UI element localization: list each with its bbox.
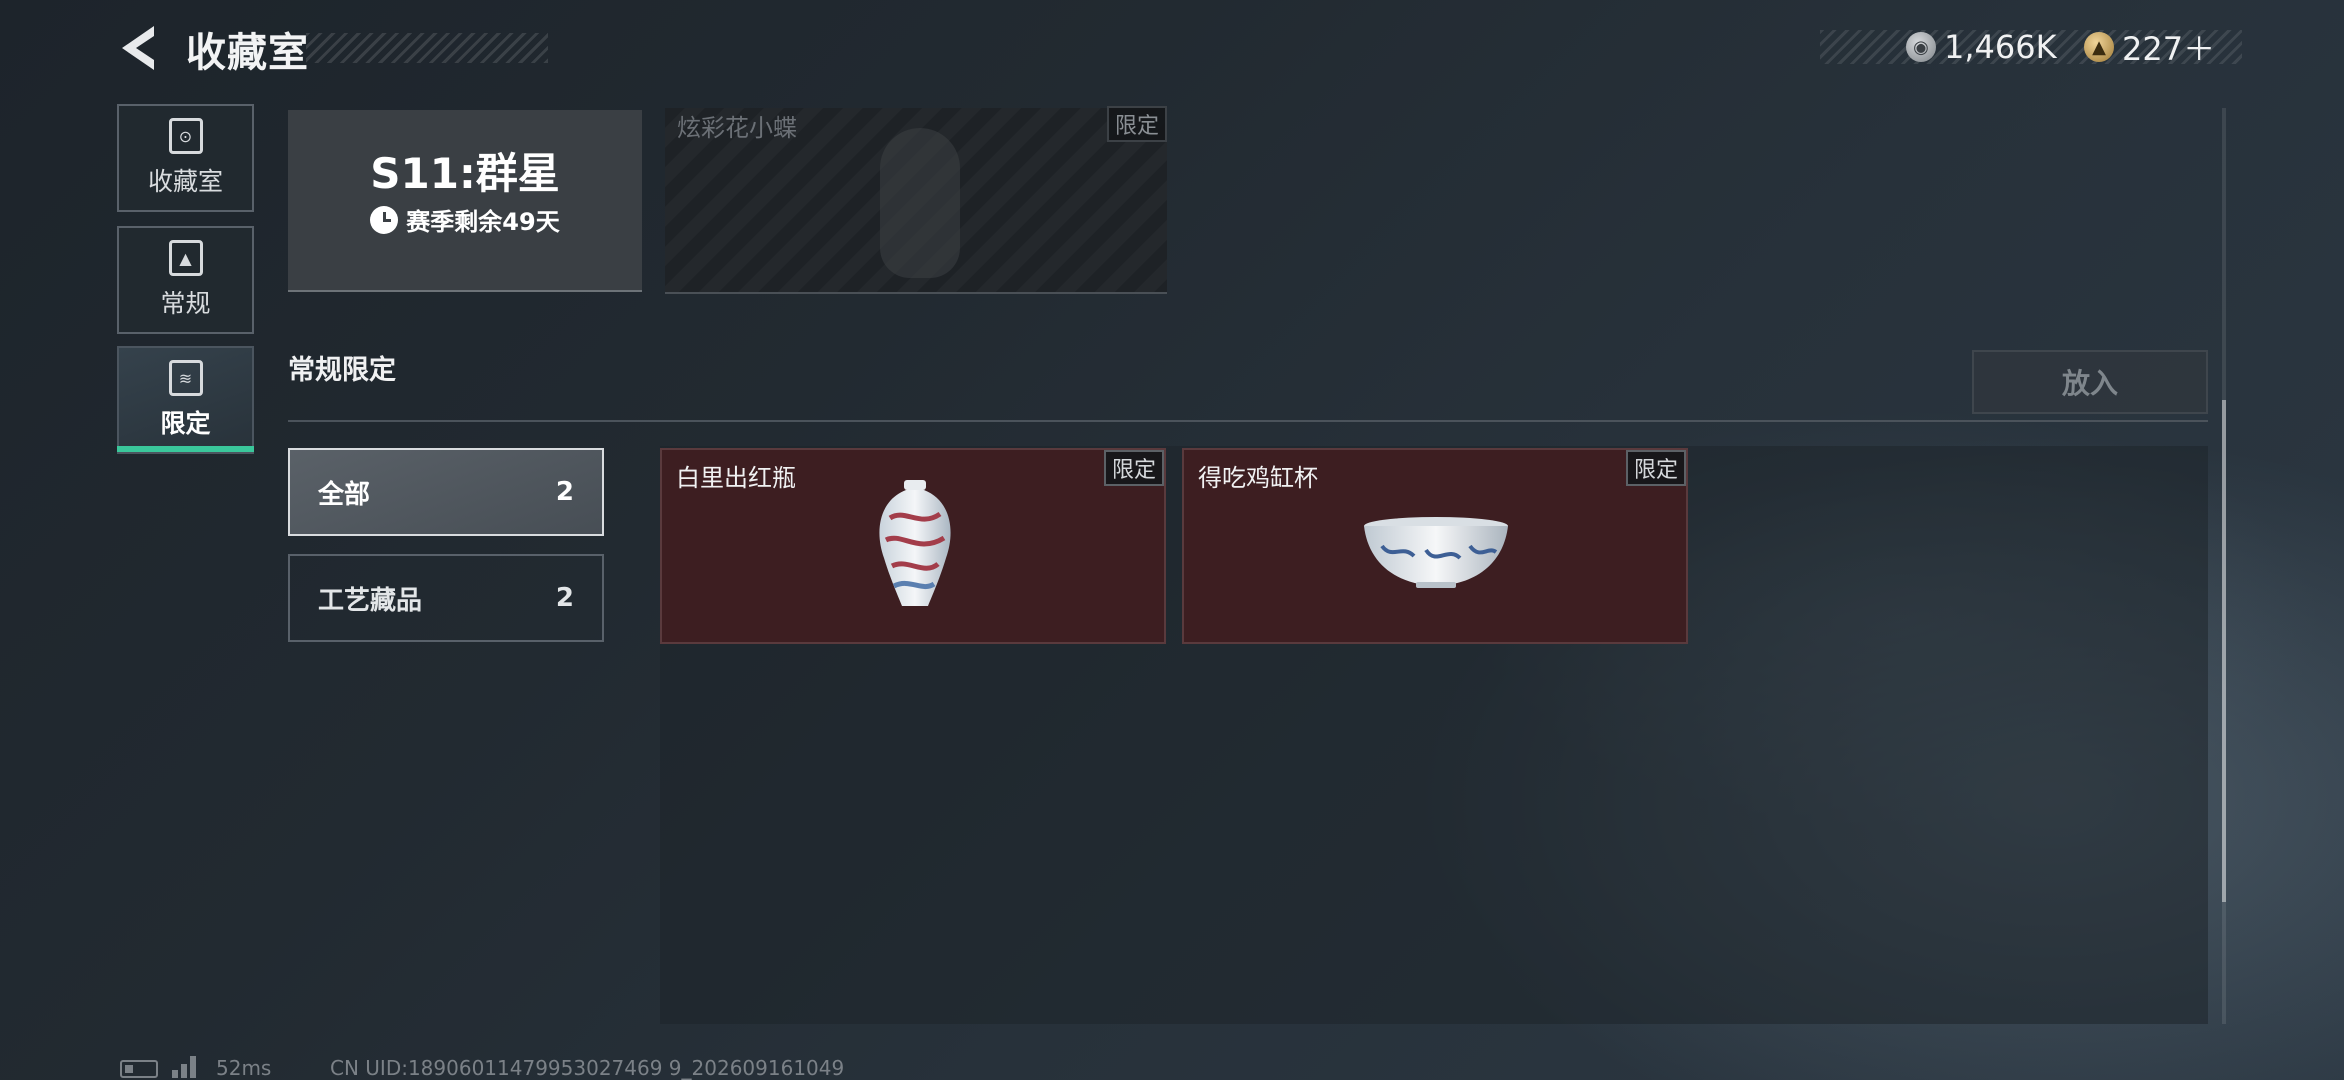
currency-gold[interactable]: ▲ 227＋ — [2084, 26, 2215, 68]
put-in-button[interactable]: 放入 — [1972, 350, 2208, 414]
item-card-vase[interactable]: 白里出红瓶 限定 — [660, 448, 1166, 644]
sidebar-item-regular[interactable]: ▲ 常规 — [117, 226, 254, 334]
currency-silver-value: 1,466K — [1944, 28, 2057, 66]
collection-icon: ⊙ — [168, 118, 203, 154]
season-remaining: 赛季剩余49天 — [288, 202, 642, 237]
currency-silver[interactable]: ◉ 1,466K — [1906, 26, 2057, 68]
signal-icon — [172, 1056, 206, 1078]
bowl-icon — [1364, 517, 1508, 588]
sidebar-item-label: 限定 — [160, 409, 211, 438]
sidebar-item-label: 常规 — [160, 289, 211, 318]
season-remaining-text: 赛季剩余49天 — [406, 208, 560, 236]
item-name: 白里出红瓶 — [676, 464, 796, 492]
title-decoration — [306, 33, 548, 63]
battery-icon — [120, 1060, 158, 1078]
locked-item-name: 炫彩花小蝶 — [677, 114, 797, 142]
sidebar-item-limited[interactable]: ≋ 限定 — [117, 346, 254, 454]
image-icon: ≋ — [168, 360, 203, 396]
vase-icon — [879, 480, 951, 606]
page-title: 收藏室 — [186, 30, 309, 76]
season-title: S11:群星 — [370, 149, 560, 198]
filter-count: 2 — [555, 477, 574, 507]
limited-tag: 限定 — [1103, 450, 1164, 486]
silver-coin-icon: ◉ — [1906, 32, 1936, 62]
locked-item-card[interactable]: 炫彩花小蝶 限定 — [665, 106, 1167, 294]
sidebar-item-label: 收藏室 — [147, 167, 223, 196]
currency-gold-value: 227＋ — [2122, 30, 2216, 68]
limited-tag: 限定 — [1106, 106, 1167, 142]
uid-text: CN UID:18906011479953027469 9_2026091610… — [330, 1056, 845, 1080]
limited-tag: 限定 — [1625, 450, 1686, 486]
section-title: 常规限定 — [288, 355, 396, 386]
section-divider — [288, 420, 2208, 422]
filter-label: 全部 — [318, 479, 371, 510]
active-indicator — [117, 446, 254, 452]
gold-coin-icon: ▲ — [2084, 32, 2114, 62]
item-card-bowl[interactable]: 得吃鸡缸杯 限定 — [1182, 448, 1688, 644]
back-arrow-icon — [122, 26, 154, 70]
ping-text: 52ms — [216, 1056, 272, 1080]
season-card[interactable]: S11:群星 赛季剩余49天 — [288, 110, 642, 292]
filter-label: 工艺藏品 — [318, 585, 423, 616]
sidebar-item-collection[interactable]: ⊙ 收藏室 — [117, 104, 254, 212]
filter-all[interactable]: 全部 2 — [288, 448, 604, 536]
document-icon: ▲ — [168, 240, 203, 276]
locked-item-silhouette — [880, 128, 960, 278]
item-name: 得吃鸡缸杯 — [1198, 464, 1318, 492]
filter-craft[interactable]: 工艺藏品 2 — [288, 554, 604, 642]
filter-count: 2 — [555, 583, 574, 613]
scrollbar-thumb[interactable] — [2222, 400, 2226, 902]
back-button[interactable] — [118, 24, 158, 72]
clock-icon — [370, 205, 399, 234]
